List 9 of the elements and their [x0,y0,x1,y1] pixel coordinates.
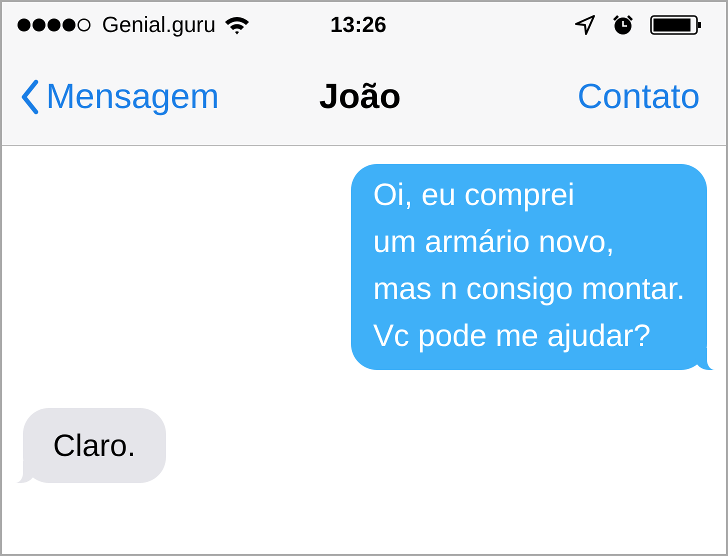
contact-name: João [319,77,401,117]
contact-link[interactable]: Contato [577,77,700,117]
carrier-name: Genial.guru [102,12,216,38]
back-chevron-icon [20,79,40,115]
battery-icon [650,14,702,36]
alarm-clock-icon [612,14,634,36]
status-time: 13:26 [330,12,387,38]
location-arrow-icon [574,14,596,36]
wifi-icon [224,15,250,35]
